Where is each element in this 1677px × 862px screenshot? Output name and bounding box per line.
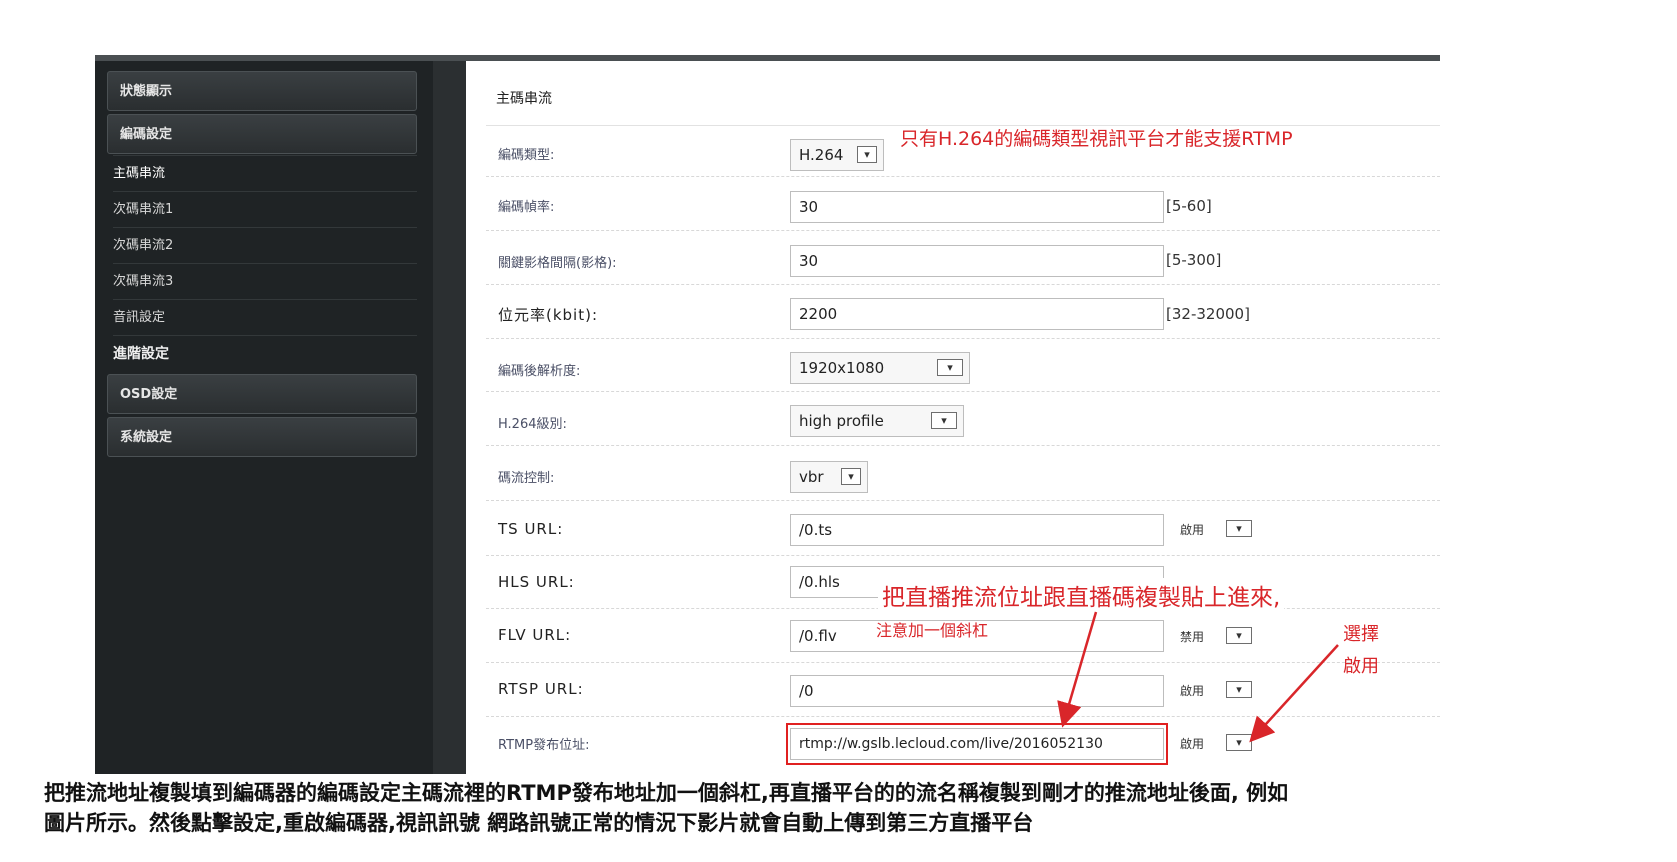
- annotation-arrows: [1057, 611, 1339, 743]
- caption-line-1: 把推流地址複製填到編碼器的編碼設定主碼流裡的RTMP發布地址加一個斜杠,再直播平…: [44, 781, 1289, 805]
- arrow-to-rtmp-field: [1057, 611, 1098, 728]
- arrow-to-enable-select: [1249, 644, 1339, 743]
- caption-line-2: 圖片所示。然後點擊設定,重啟編碼器,視訊訊號 網路訊號正常的情況下影片就會自動上…: [44, 811, 1034, 835]
